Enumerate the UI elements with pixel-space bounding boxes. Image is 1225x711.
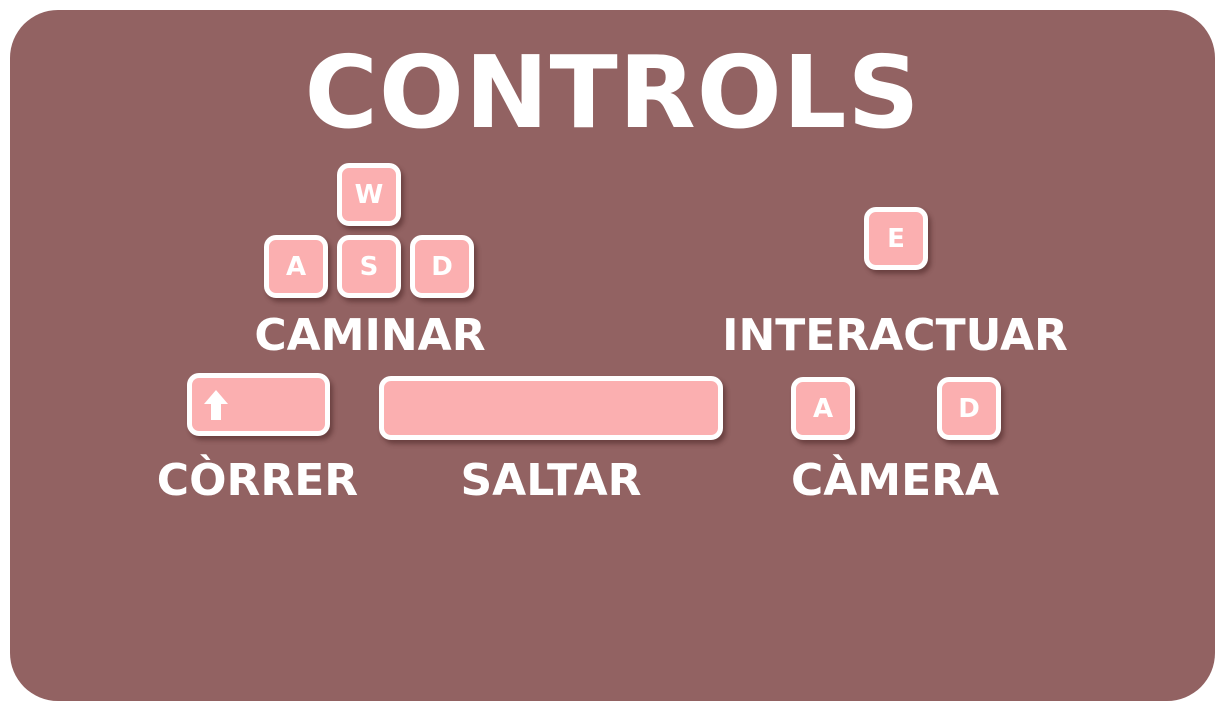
shift-arrow-up-icon — [204, 389, 228, 420]
camera-label: CÀMERA — [790, 455, 1000, 506]
key-d: D — [410, 235, 474, 298]
run-label: CÒRRER — [156, 455, 359, 506]
key-camera-a: A — [791, 377, 855, 440]
key-shift — [187, 373, 330, 436]
interact-label: INTERACTUAR — [722, 310, 1068, 361]
key-w: W — [337, 163, 401, 226]
key-a: A — [264, 235, 328, 298]
key-e: E — [864, 207, 928, 270]
key-s: S — [337, 235, 401, 298]
walk-label: CAMINAR — [254, 310, 486, 361]
page-title: CONTROLS — [304, 34, 921, 151]
key-camera-d: D — [937, 377, 1001, 440]
jump-label: SALTAR — [460, 455, 642, 506]
key-space — [379, 376, 723, 440]
